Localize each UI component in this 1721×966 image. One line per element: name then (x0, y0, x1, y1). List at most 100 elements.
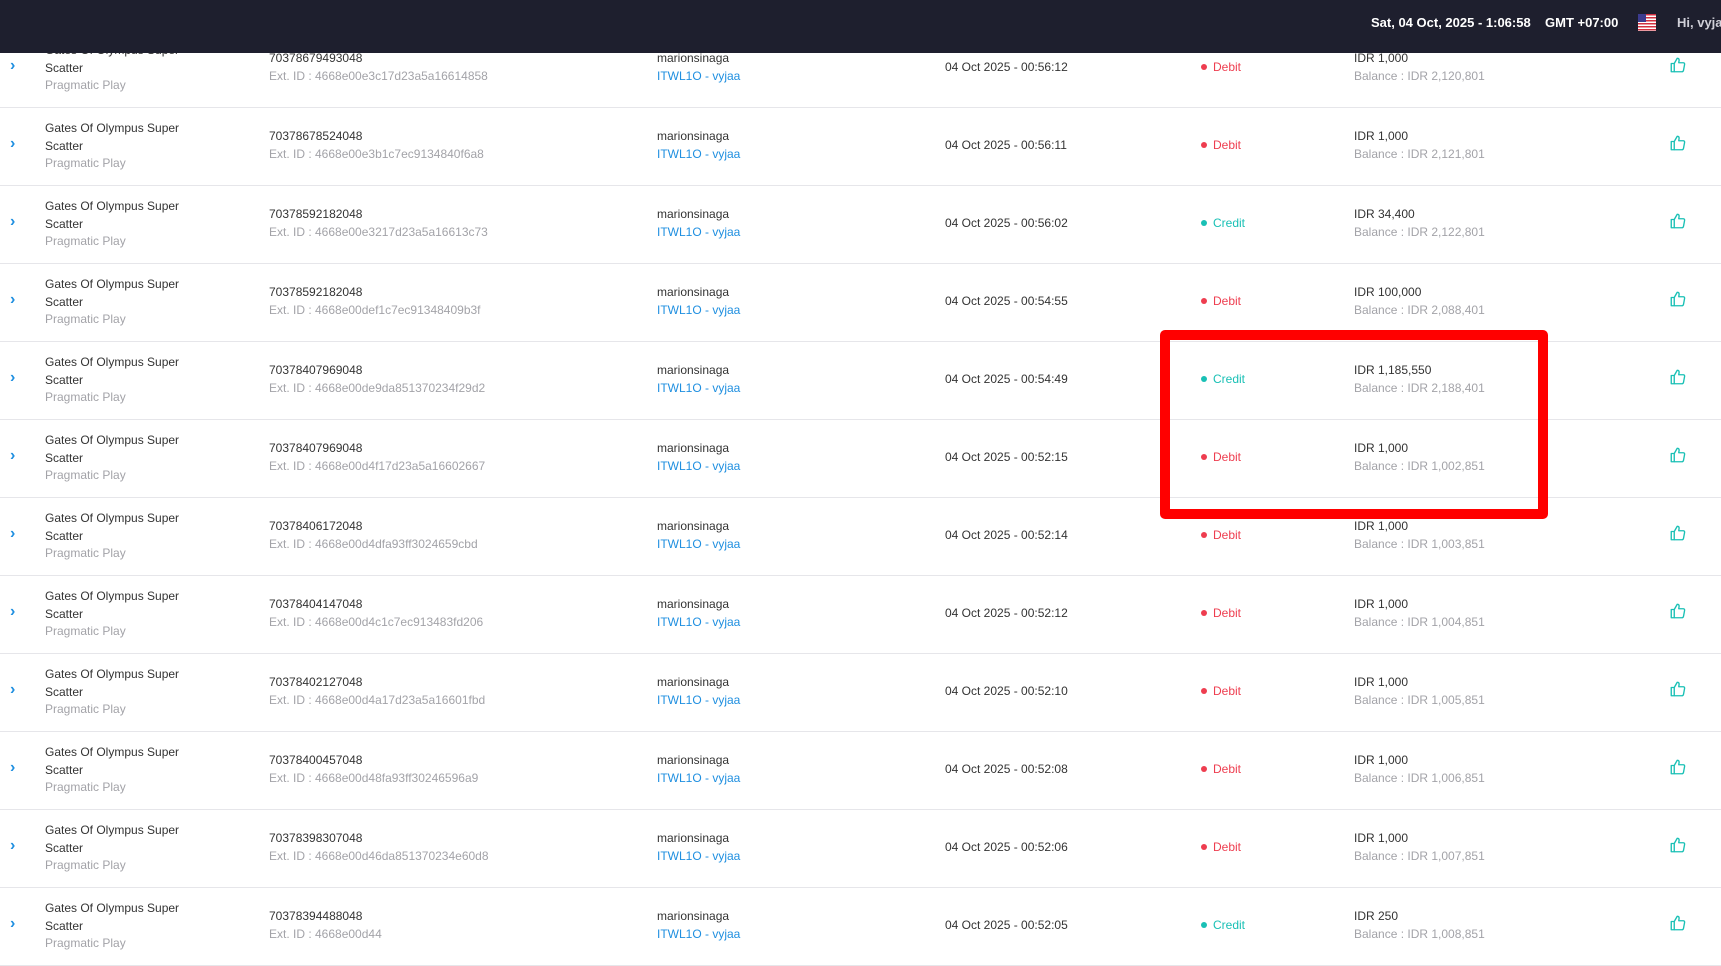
chevron-right-icon[interactable]: › (10, 915, 15, 933)
user-cell: marionsinaga ITWL1O - vyjaa (657, 908, 740, 943)
table-row[interactable]: › Gates Of Olympus Super Scatter Pragmat… (0, 732, 1721, 810)
transaction-type: Credit (1213, 918, 1246, 932)
transaction-id: 70378592182048 (269, 285, 363, 299)
thumbs-up-icon[interactable] (1669, 134, 1687, 152)
chevron-right-icon[interactable]: › (10, 681, 15, 699)
thumbs-up-icon[interactable] (1669, 836, 1687, 854)
balance: Balance : IDR 1,006,851 (1354, 770, 1485, 785)
thumbs-up-icon[interactable] (1669, 212, 1687, 230)
chevron-right-icon[interactable]: › (10, 759, 15, 777)
username: marionsinaga (657, 831, 730, 845)
user-cell: marionsinaga ITWL1O - vyjaa (657, 674, 740, 709)
thumbs-up-icon[interactable] (1669, 680, 1687, 698)
agent-link[interactable]: ITWL1O - vyjaa (657, 302, 740, 320)
game-name: Gates Of Olympus Super Scatter (45, 511, 180, 543)
agent-link[interactable]: ITWL1O - vyjaa (657, 224, 740, 242)
transaction-date: 04 Oct 2025 - 00:52:12 (945, 606, 1068, 620)
agent-link[interactable]: ITWL1O - vyjaa (657, 614, 740, 632)
balance: Balance : IDR 1,003,851 (1354, 536, 1485, 551)
game-cell: Gates Of Olympus Super Scatter Pragmatic… (45, 432, 205, 485)
transaction-id: 70378402127048 (269, 675, 363, 689)
thumbs-up-icon[interactable] (1669, 446, 1687, 464)
transaction-type-badge: Debit (1201, 59, 1241, 77)
thumbs-up-icon[interactable] (1669, 290, 1687, 308)
transaction-cell: 70378678524048 Ext. ID : 4668e00e3b1c7ec… (269, 128, 484, 163)
thumbs-up-icon[interactable] (1669, 56, 1687, 74)
game-cell: Gates Of Olympus Super Scatter Pragmatic… (45, 666, 205, 719)
username: marionsinaga (657, 597, 730, 611)
chevron-right-icon[interactable]: › (10, 291, 15, 309)
provider-name: Pragmatic Play (45, 468, 126, 482)
provider-name: Pragmatic Play (45, 234, 126, 248)
agent-link[interactable]: ITWL1O - vyjaa (657, 926, 740, 944)
table-row[interactable]: › Gates Of Olympus Super Scatter Pragmat… (0, 264, 1721, 342)
transaction-cell: 70378398307048 Ext. ID : 4668e00d46da851… (269, 830, 489, 865)
table-row[interactable]: › Gates Of Olympus Super Scatter Pragmat… (0, 888, 1721, 966)
transaction-type: Debit (1213, 294, 1242, 308)
thumbs-up-icon[interactable] (1669, 368, 1687, 386)
external-id: Ext. ID : 4668e00e3b1c7ec9134840f6a8 (269, 146, 484, 161)
username: marionsinaga (657, 519, 730, 533)
game-name: Gates Of Olympus Super Scatter (45, 823, 180, 855)
transaction-id: 70378407969048 (269, 363, 363, 377)
agent-link[interactable]: ITWL1O - vyjaa (657, 380, 740, 398)
chevron-right-icon[interactable]: › (10, 525, 15, 543)
transaction-date: 04 Oct 2025 - 00:52:10 (945, 684, 1068, 698)
agent-link[interactable]: ITWL1O - vyjaa (657, 770, 740, 788)
username: marionsinaga (657, 753, 730, 767)
transaction-type-badge: Debit (1201, 293, 1241, 311)
transaction-type-badge: Credit (1201, 215, 1245, 233)
transaction-cell: 70378592182048 Ext. ID : 4668e00def1c7ec… (269, 284, 481, 319)
transaction-date: 04 Oct 2025 - 00:54:49 (945, 372, 1068, 386)
user-cell: marionsinaga ITWL1O - vyjaa (657, 440, 740, 475)
thumbs-up-icon[interactable] (1669, 758, 1687, 776)
external-id: Ext. ID : 4668e00d48fa93ff30246596a9 (269, 770, 479, 785)
user-greeting[interactable]: Hi, vyjaa (1677, 15, 1721, 30)
transaction-cell: 70378404147048 Ext. ID : 4668e00d4c1c7ec… (269, 596, 483, 631)
amount: IDR 1,000 (1354, 519, 1409, 533)
thumbs-up-icon[interactable] (1669, 524, 1687, 542)
table-row[interactable]: › Gates Of Olympus Super Scatter Pragmat… (0, 108, 1721, 186)
timezone-label: GMT +07:00 (1545, 15, 1619, 30)
chevron-right-icon[interactable]: › (10, 369, 15, 387)
transaction-type-badge: Credit (1201, 917, 1245, 935)
transaction-date: 04 Oct 2025 - 00:52:06 (945, 840, 1068, 854)
us-flag-icon[interactable] (1638, 14, 1656, 31)
agent-link[interactable]: ITWL1O - vyjaa (657, 146, 740, 164)
transaction-type-badge: Debit (1201, 527, 1241, 545)
balance: Balance : IDR 2,121,801 (1354, 146, 1485, 161)
table-row[interactable]: › Gates Of Olympus Super Scatter Pragmat… (0, 810, 1721, 888)
transaction-id: 70378398307048 (269, 831, 363, 845)
chevron-right-icon[interactable]: › (10, 447, 15, 465)
transaction-date: 04 Oct 2025 - 00:52:05 (945, 918, 1068, 932)
transaction-id: 70378404147048 (269, 597, 363, 611)
agent-link[interactable]: ITWL1O - vyjaa (657, 68, 740, 86)
chevron-right-icon[interactable]: › (10, 135, 15, 153)
table-row[interactable]: › Gates Of Olympus Super Scatter Pragmat… (0, 420, 1721, 498)
transaction-type-badge: Debit (1201, 137, 1241, 155)
table-row[interactable]: › Gates Of Olympus Super Scatter Pragmat… (0, 186, 1721, 264)
table-row[interactable]: › Gates Of Olympus Super Scatter Pragmat… (0, 498, 1721, 576)
chevron-right-icon[interactable]: › (10, 213, 15, 231)
agent-link[interactable]: ITWL1O - vyjaa (657, 692, 740, 710)
provider-name: Pragmatic Play (45, 546, 126, 560)
game-name: Gates Of Olympus Super Scatter (45, 745, 180, 777)
username: marionsinaga (657, 285, 730, 299)
provider-name: Pragmatic Play (45, 858, 126, 872)
agent-link[interactable]: ITWL1O - vyjaa (657, 536, 740, 554)
transaction-type: Credit (1213, 216, 1246, 230)
thumbs-up-icon[interactable] (1669, 602, 1687, 620)
amount-cell: IDR 1,000 Balance : IDR 1,002,851 (1354, 440, 1485, 475)
agent-link[interactable]: ITWL1O - vyjaa (657, 848, 740, 866)
agent-link[interactable]: ITWL1O - vyjaa (657, 458, 740, 476)
chevron-right-icon[interactable]: › (10, 837, 15, 855)
balance: Balance : IDR 2,088,401 (1354, 302, 1485, 317)
chevron-right-icon[interactable]: › (10, 603, 15, 621)
table-row[interactable]: › Gates Of Olympus Super Scatter Pragmat… (0, 342, 1721, 420)
table-row[interactable]: › Gates Of Olympus Super Scatter Pragmat… (0, 576, 1721, 654)
external-id: Ext. ID : 4668e00d4c1c7ec913483fd206 (269, 614, 484, 629)
thumbs-up-icon[interactable] (1669, 914, 1687, 932)
table-row[interactable]: › Gates Of Olympus Super Scatter Pragmat… (0, 654, 1721, 732)
chevron-right-icon[interactable]: › (10, 57, 15, 75)
transaction-type-badge: Debit (1201, 839, 1241, 857)
